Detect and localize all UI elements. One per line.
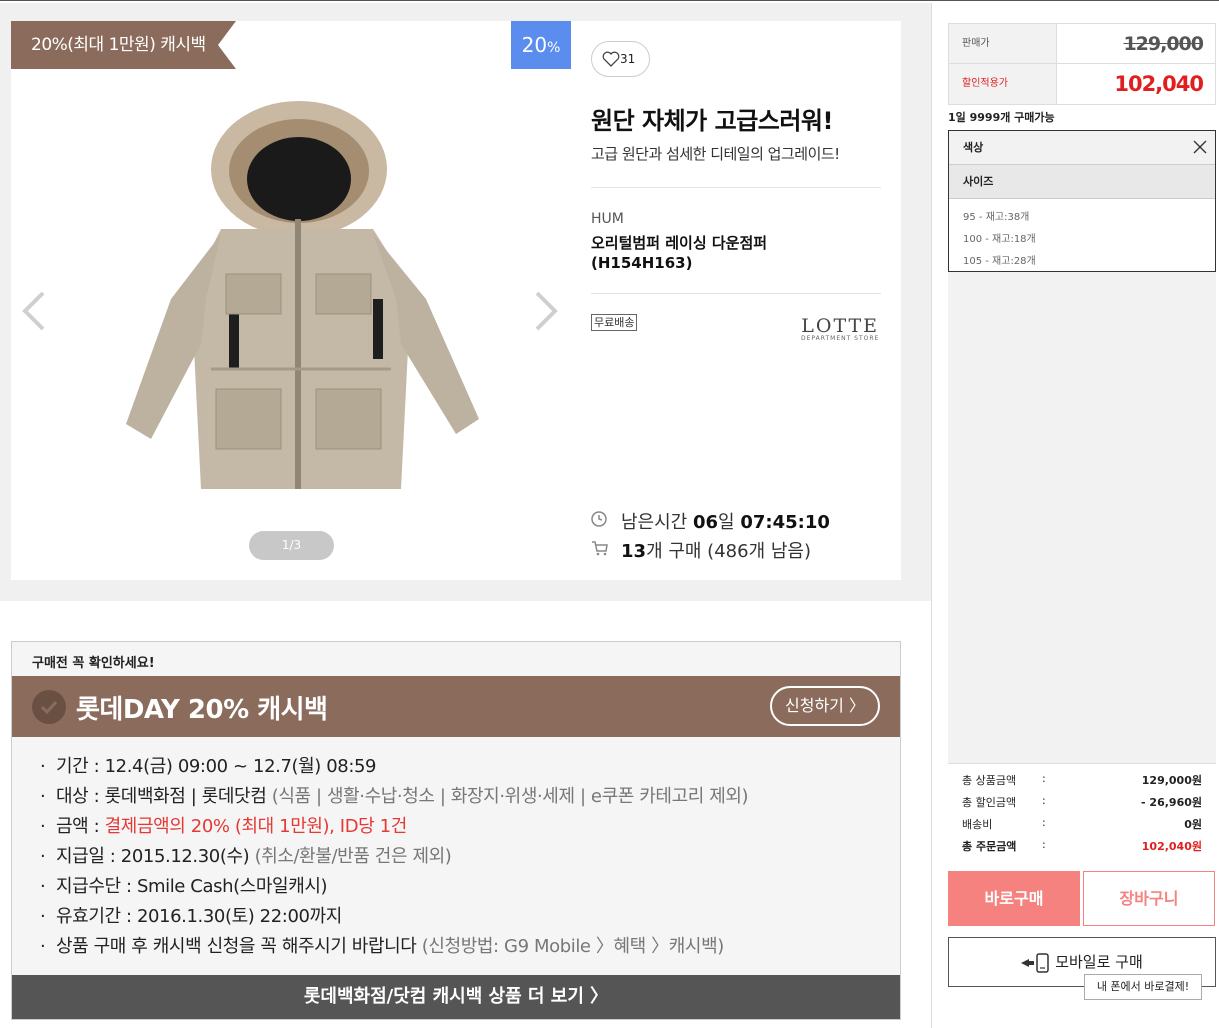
- color-option[interactable]: 색상: [949, 131, 1215, 165]
- cashback-notice: 구매전 꼭 확인하세요! 롯데DAY 20% 캐시백 신청하기 〉 · 기간 : …: [11, 641, 901, 1020]
- price-box: 판매가 129,000 할인적용가 102,040: [948, 23, 1216, 105]
- free-shipping-badge: 무료배송: [591, 314, 638, 331]
- discount-price-label: 할인적용가: [949, 64, 1057, 104]
- discount-badge-number: 20: [521, 33, 548, 57]
- lotte-department-store-logo: LOTTE DEPARTMENT STORE: [801, 315, 880, 342]
- size-option-list: 95 - 재고:38개 100 - 재고:18개 105 - 재고:28개: [963, 207, 1036, 273]
- like-count: 31: [620, 52, 636, 66]
- list-item: · 지급수단 : Smile Cash(스마일캐시): [40, 876, 328, 897]
- list-item: · 상품 구매 후 캐시백 신청을 꼭 해주시기 바랍니다 (신청방법: G9 M…: [40, 936, 724, 957]
- list-item: · 지급일 : 2015.12.30(수) (취소/환불/반품 건은 제외): [40, 846, 452, 867]
- notice-label: 구매전 꼭 확인하세요!: [32, 656, 155, 671]
- product-subheadline: 고급 원단과 섬세한 디테일의 업그레이드!: [591, 145, 840, 163]
- prev-image-arrow-icon[interactable]: [21, 291, 47, 331]
- check-icon: [32, 690, 66, 724]
- apply-cashback-button[interactable]: 신청하기 〉: [770, 686, 880, 726]
- summary-row: 총 할인금액: - 26,960원: [962, 794, 1202, 809]
- cashback-ribbon: 20%(최대 1만원) 캐시백: [11, 21, 236, 69]
- order-summary: 총 상품금액:129,000원 총 할인금액: - 26,960원 배송비:0원 …: [948, 763, 1216, 858]
- remaining-time: 남은시간 06일 07:45:10: [591, 508, 830, 534]
- product-name: 오리털범퍼 레이싱 다운점퍼 (H154H163): [591, 234, 768, 272]
- list-item: · 대상 : 롯데백화점 | 롯데닷컴 (식품 | 생활·수납·청소 | 화장지·…: [40, 786, 749, 807]
- image-pager: 1/3: [249, 531, 334, 560]
- buy-now-button[interactable]: 바로구매: [948, 871, 1080, 926]
- size-option-item[interactable]: 95 - 재고:38개: [963, 207, 1036, 229]
- summary-row: 총 상품금액:129,000원: [962, 772, 1202, 787]
- product-image[interactable]: [111, 99, 486, 499]
- summary-row-total: 총 주문금액:102,040원: [962, 838, 1202, 853]
- clock-icon: [591, 511, 607, 527]
- notice-title-bar: 롯데DAY 20% 캐시백 신청하기 〉: [12, 676, 900, 737]
- add-to-cart-button[interactable]: 장바구니: [1083, 871, 1215, 926]
- size-option-item[interactable]: 105 - 재고:28개: [963, 251, 1036, 273]
- heart-icon: [602, 51, 620, 67]
- sold-count: 13개 구매 (486개 남음): [591, 537, 811, 563]
- size-option-item[interactable]: 100 - 재고:18개: [963, 229, 1036, 251]
- mobile-phone-icon: [1021, 952, 1049, 973]
- option-selector: 색상 사이즈 95 - 재고:38개 100 - 재고:18개 105 - 재고…: [948, 130, 1216, 272]
- list-item: · 유효기간 : 2016.1.30(토) 22:00까지: [40, 906, 342, 927]
- notice-details: · 기간 : 12.4(금) 09:00 ~ 12.7(월) 08:59 · 대상 …: [40, 752, 749, 962]
- list-item: · 기간 : 12.4(금) 09:00 ~ 12.7(월) 08:59: [40, 756, 377, 777]
- cart-icon: [592, 541, 608, 556]
- mobile-purchase-tooltip: 내 폰에서 바로결제!: [1084, 974, 1202, 1000]
- summary-row: 배송비:0원: [962, 816, 1202, 831]
- discount-price: 102,040: [1114, 72, 1204, 96]
- discount-badge: 20%: [511, 21, 571, 69]
- divider: [591, 187, 881, 188]
- sale-price-row: 판매가 129,000: [949, 24, 1215, 64]
- notice-title: 롯데DAY 20% 캐시백: [76, 695, 328, 725]
- purchase-panel: 판매가 129,000 할인적용가 102,040 1일 9999개 구매가능 …: [931, 3, 1219, 1028]
- original-price: 129,000: [1123, 33, 1204, 55]
- sale-price-label: 판매가: [949, 24, 1057, 63]
- discount-price-row: 할인적용가 102,040: [949, 64, 1215, 104]
- like-button[interactable]: 31: [591, 41, 650, 77]
- more-cashback-products-button[interactable]: 롯데백화점/닷컴 캐시백 상품 더 보기 〉: [12, 975, 900, 1019]
- list-item: · 금액 : 결제금액의 20% (최대 1만원), ID당 1건: [40, 816, 407, 837]
- close-icon[interactable]: [1193, 140, 1207, 154]
- product-brand: HUM: [591, 211, 624, 227]
- size-option[interactable]: 사이즈: [949, 165, 1215, 199]
- next-image-arrow-icon[interactable]: [533, 291, 559, 331]
- product-headline: 원단 자체가 고급스러워!: [591, 107, 833, 135]
- product-card: 20%(최대 1만원) 캐시백 20% 1/3 31 원단 자체가 고급스러워!…: [11, 21, 901, 580]
- purchase-limit: 1일 9999개 구매가능: [948, 111, 1055, 124]
- selected-options-area: [948, 272, 1216, 763]
- discount-badge-unit: %: [547, 40, 561, 56]
- divider: [591, 293, 881, 294]
